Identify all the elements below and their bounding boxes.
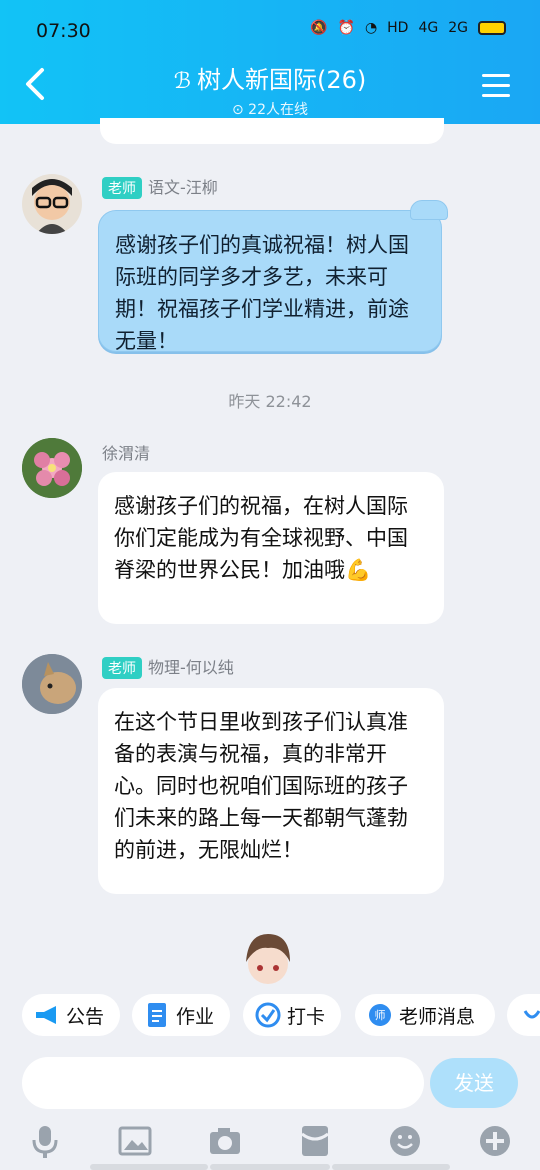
chat-header: 07:30 🔕 ⏰ ◔ HD 4G 2G ℬ 树人新国际(26) ⊙ 22人在线 xyxy=(0,0,540,124)
previous-message-bubble xyxy=(100,118,444,144)
message-text: 在这个节日里收到孩子们认真准备的表演与祝福，真的非常开心。同时也祝咱们国际班的孩… xyxy=(114,710,408,862)
homework-chip[interactable]: 作业 xyxy=(132,994,230,1036)
svg-text:师: 师 xyxy=(375,1009,386,1022)
network-label: HD xyxy=(387,20,409,36)
message-text: 感谢孩子们的祝福，在树人国际你们定能成为有全球视野、中国脊梁的世界公民！加油哦💪 xyxy=(114,494,408,582)
group-name: 树人新国际(26) xyxy=(197,66,367,94)
message-bubble-1[interactable]: 感谢孩子们的真诚祝福！树人国际班的同学多才多艺，未来可期！祝福孩子们学业精进，前… xyxy=(98,210,442,353)
status-time: 07:30 xyxy=(36,20,91,42)
avatar-teacher-he[interactable] xyxy=(22,654,82,714)
avatar-teacher-wang[interactable] xyxy=(22,174,82,234)
chip-label: 作业 xyxy=(176,1005,215,1028)
status-icons: 🔕 ⏰ ◔ HD 4G 2G xyxy=(310,20,506,36)
message-input[interactable] xyxy=(22,1057,424,1109)
more-icon xyxy=(519,1002,540,1028)
message-bubble-2[interactable]: 感谢孩子们的祝福，在树人国际你们定能成为有全球视野、中国脊梁的世界公民！加油哦💪 xyxy=(98,472,444,624)
online-check-icon: ⊙ xyxy=(231,102,249,118)
sender-name-3: 老师 物理-何以纯 xyxy=(102,654,234,679)
battery-icon xyxy=(478,21,506,35)
online-status: ⊙ 22人在线 xyxy=(0,99,540,119)
checkin-chip[interactable]: 打卡 xyxy=(243,994,341,1036)
alarm-icon: ⏰ xyxy=(337,20,355,36)
sender-label: 物理-何以纯 xyxy=(148,658,234,677)
image-icon[interactable] xyxy=(118,1124,152,1158)
camera-icon[interactable] xyxy=(208,1124,242,1158)
check-circle-icon xyxy=(255,1002,281,1028)
menu-icon[interactable] xyxy=(482,74,510,98)
emoji-icon[interactable] xyxy=(388,1124,422,1158)
status-bar: 07:30 🔕 ⏰ ◔ HD 4G 2G xyxy=(0,0,540,62)
bubble-decoration-icon xyxy=(410,200,448,220)
more-actions-chip[interactable] xyxy=(507,994,540,1036)
input-toolbar xyxy=(0,1120,540,1170)
sender-name-2: 徐渭清 xyxy=(102,444,151,463)
send-button[interactable]: 发送 xyxy=(430,1058,518,1108)
message-timestamp: 昨天 22:42 xyxy=(228,392,312,411)
sender-label: 语文-汪柳 xyxy=(148,178,218,197)
chip-label: 老师消息 xyxy=(399,1005,476,1028)
signal-2g-label: 2G xyxy=(448,20,468,36)
signal-4g-label: 4G xyxy=(418,20,439,36)
teacher-badge: 老师 xyxy=(102,177,142,199)
chat-title-area[interactable]: ℬ 树人新国际(26) ⊙ 22人在线 xyxy=(0,60,540,119)
wifi-icon: ◔ xyxy=(364,20,378,36)
chip-label: 打卡 xyxy=(287,1005,326,1028)
megaphone-icon xyxy=(34,1002,60,1028)
quick-actions-bar: 公告 作业 打卡 师 老师消息 xyxy=(0,994,540,1038)
home-indicator xyxy=(0,1164,540,1170)
teacher-badge: 老师 xyxy=(102,657,142,679)
chip-label: 公告 xyxy=(66,1005,105,1028)
teacher-messages-chip[interactable]: 师 老师消息 xyxy=(355,994,495,1036)
chat-title: ℬ 树人新国际(26) xyxy=(0,60,540,95)
online-count: 22人在线 xyxy=(248,102,308,118)
announcement-chip[interactable]: 公告 xyxy=(22,994,120,1036)
microphone-icon[interactable] xyxy=(28,1124,62,1158)
ear-icon: ℬ xyxy=(173,69,192,94)
avatar-xu[interactable] xyxy=(22,438,82,498)
document-icon xyxy=(144,1002,170,1028)
plus-icon[interactable] xyxy=(478,1124,512,1158)
red-packet-icon[interactable] xyxy=(298,1124,332,1158)
message-bubble-3[interactable]: 在这个节日里收到孩子们认真准备的表演与祝福，真的非常开心。同时也祝咱们国际班的孩… xyxy=(98,688,444,894)
mascot-character-icon xyxy=(246,934,290,984)
mute-icon: 🔕 xyxy=(310,20,328,36)
message-text: 感谢孩子们的真诚祝福！树人国际班的同学多才多艺，未来可期！祝福孩子们学业精进，前… xyxy=(115,233,409,353)
sender-name-1: 老师 语文-汪柳 xyxy=(102,174,218,199)
teacher-chat-icon: 师 xyxy=(367,1002,393,1028)
